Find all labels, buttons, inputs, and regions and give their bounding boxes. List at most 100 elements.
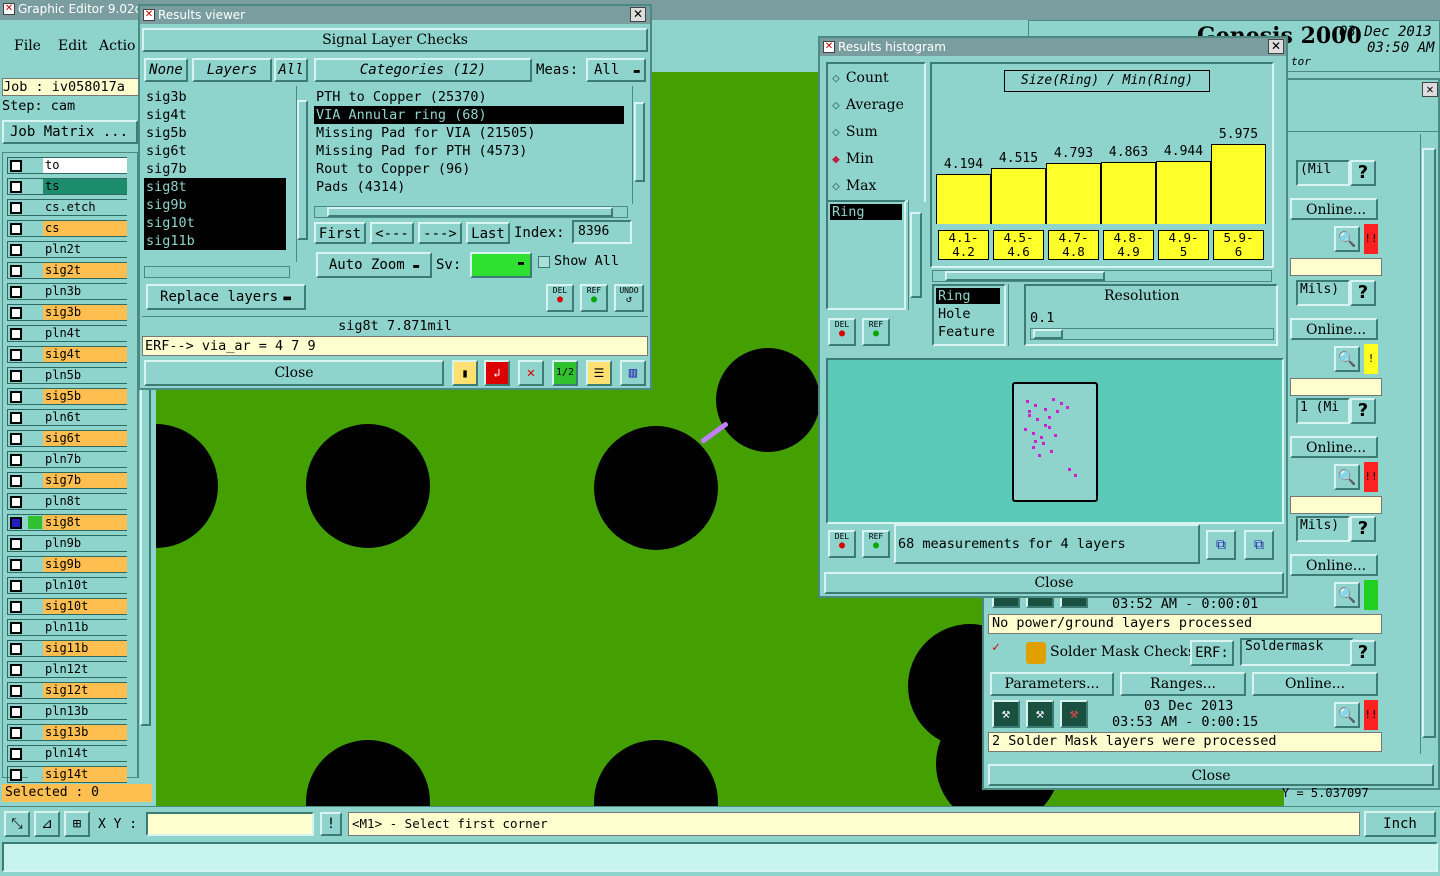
layer-checkbox[interactable] <box>10 160 22 172</box>
layer-checkbox[interactable] <box>10 706 22 718</box>
auto-zoom-button[interactable]: Auto Zoom ▬ <box>316 252 432 278</box>
measure-icon[interactable]: ⊿ <box>34 811 60 837</box>
hist-del2-button[interactable]: DEL ● <box>828 530 856 558</box>
histogram-bar[interactable] <box>1101 162 1156 224</box>
first-button[interactable]: First <box>314 222 366 244</box>
menu-file[interactable]: File <box>14 38 41 54</box>
layer-checkbox[interactable] <box>10 622 22 634</box>
solder-zoom-icon[interactable]: 🔍 <box>1334 702 1360 728</box>
meas-select[interactable]: All ▬ <box>586 58 646 82</box>
xy-input[interactable] <box>146 812 314 836</box>
units-button[interactable]: Inch <box>1364 811 1436 837</box>
histogram-list-item[interactable]: Ring <box>830 204 902 220</box>
layer-row-pln4t[interactable]: pln4t <box>7 325 127 342</box>
ranges-button[interactable]: Ranges... <box>1120 672 1246 696</box>
layer-checkbox[interactable] <box>10 643 22 655</box>
zoom-select-icon[interactable]: ⧉ <box>1244 530 1274 560</box>
layer-checkbox[interactable] <box>10 664 22 676</box>
rv-layer-item[interactable]: sig4t <box>144 106 286 124</box>
layer-row-sig6t[interactable]: sig6t <box>7 430 127 447</box>
layer-checkbox[interactable] <box>10 538 22 550</box>
layer-checkbox[interactable] <box>10 454 22 466</box>
grid-icon[interactable]: ⊞ <box>64 811 90 837</box>
layer-row-ts[interactable]: ts <box>7 178 127 195</box>
histogram-close-icon[interactable]: ✕ <box>1268 39 1284 54</box>
layers-button[interactable]: Layers <box>192 58 272 82</box>
row-online-button[interactable]: Online... <box>1290 554 1378 576</box>
rv-layer-item[interactable]: sig10t <box>144 214 286 232</box>
undo-button[interactable]: UNDO ↺ <box>614 284 644 312</box>
category-item[interactable]: Pads (4314) <box>314 178 624 196</box>
last-button[interactable]: Last <box>466 222 510 244</box>
next-button[interactable]: ---> <box>418 222 462 244</box>
layer-row-pln13b[interactable]: pln13b <box>7 703 127 720</box>
hist-del-button[interactable]: DEL ● <box>828 318 856 346</box>
mode-radio-max[interactable]: ◇ Max <box>832 178 876 198</box>
layer-row-sig2t[interactable]: sig2t <box>7 262 127 279</box>
row-help-button[interactable]: ? <box>1350 160 1376 186</box>
checklist-close-icon[interactable]: ✕ <box>1422 82 1438 97</box>
layer-row-pln11b[interactable]: pln11b <box>7 619 127 636</box>
hist-ref2-button[interactable]: REF ● <box>862 530 890 558</box>
layer-checkbox[interactable] <box>10 769 22 781</box>
layer-checkbox[interactable] <box>10 307 22 319</box>
layer-row-sig3b[interactable]: sig3b <box>7 304 127 321</box>
layer-row-sig9b[interactable]: sig9b <box>7 556 127 573</box>
solder-erf-button[interactable]: ERF: <box>1190 640 1234 666</box>
export-icon[interactable]: ↲ <box>484 360 510 386</box>
rv-layer-scroll-thumb[interactable] <box>297 100 308 240</box>
layer-row-pln3b[interactable]: pln3b <box>7 283 127 300</box>
job-matrix-button[interactable]: Job Matrix ... <box>2 120 138 144</box>
results-viewer-close-icon[interactable]: ✕ <box>630 7 646 22</box>
resolution-slider-thumb[interactable] <box>1033 329 1063 339</box>
index-input[interactable]: 8396 <box>572 220 632 244</box>
rv-layer-item[interactable]: sig6t <box>144 142 286 160</box>
histogram-bar[interactable] <box>1156 161 1211 224</box>
row-online-button[interactable]: Online... <box>1290 318 1378 340</box>
parameters-button[interactable]: Parameters... <box>990 672 1114 696</box>
category-item[interactable]: Missing Pad for VIA (21505) <box>314 124 624 142</box>
alert-icon[interactable]: ! <box>320 812 342 836</box>
row-zoom-icon[interactable]: 🔍 <box>1334 226 1360 252</box>
solder-erf-value[interactable]: Soldermask <box>1240 638 1354 666</box>
layer-checkbox[interactable] <box>10 181 22 193</box>
rv-layer-item[interactable]: sig9b <box>144 196 286 214</box>
layer-row-sig4t[interactable]: sig4t <box>7 346 127 363</box>
histogram-bar[interactable] <box>1046 163 1101 224</box>
compare-icon[interactable]: 1/2 <box>552 360 578 386</box>
histogram-list-scrollbar[interactable] <box>908 200 924 310</box>
categories-hscroll-thumb[interactable] <box>327 207 613 217</box>
layer-checkbox[interactable] <box>10 496 22 508</box>
histogram-list-scroll-thumb[interactable] <box>910 212 922 298</box>
rv-layer-scrollbar[interactable] <box>296 86 308 262</box>
layer-row-sig11b[interactable]: sig11b <box>7 640 127 657</box>
histogram-bar[interactable] <box>936 174 991 224</box>
layer-row-pln14t[interactable]: pln14t <box>7 745 127 762</box>
row-zoom-icon[interactable]: 🔍 <box>1334 346 1360 372</box>
histogram-bar[interactable] <box>991 168 1046 224</box>
layer-checkbox[interactable] <box>10 265 22 277</box>
layer-checkbox[interactable] <box>10 286 22 298</box>
layer-checkbox[interactable] <box>10 412 22 424</box>
stop-icon[interactable]: ⚒ <box>1060 700 1088 728</box>
none-button[interactable]: None <box>144 58 188 82</box>
category-item[interactable]: Rout to Copper (96) <box>314 160 624 178</box>
layer-checkbox[interactable] <box>10 601 22 613</box>
layer-row-sig10t[interactable]: sig10t <box>7 598 127 615</box>
layer-checkbox[interactable] <box>10 685 22 697</box>
layer-row-pln6t[interactable]: pln6t <box>7 409 127 426</box>
all-button[interactable]: All <box>274 58 308 82</box>
layer-checkbox[interactable] <box>10 475 22 487</box>
mode-radio-average[interactable]: ◇ Average <box>832 97 904 117</box>
layer-checkbox[interactable] <box>10 202 22 214</box>
feature-hole[interactable]: Hole <box>936 306 971 322</box>
categories-scrollbar[interactable] <box>632 86 646 204</box>
solder-help-button[interactable]: ? <box>1350 640 1376 666</box>
sv-select[interactable]: ▬ <box>470 252 532 278</box>
rv-layer-item[interactable]: sig7b <box>144 160 286 178</box>
feature-scrollbar[interactable] <box>1008 284 1022 346</box>
layer-row-cs-etch[interactable]: cs.etch <box>7 199 127 216</box>
layer-row-sig7b[interactable]: sig7b <box>7 472 127 489</box>
layer-row-to[interactable]: to <box>7 157 127 174</box>
feature-ring[interactable]: Ring <box>936 288 1000 304</box>
